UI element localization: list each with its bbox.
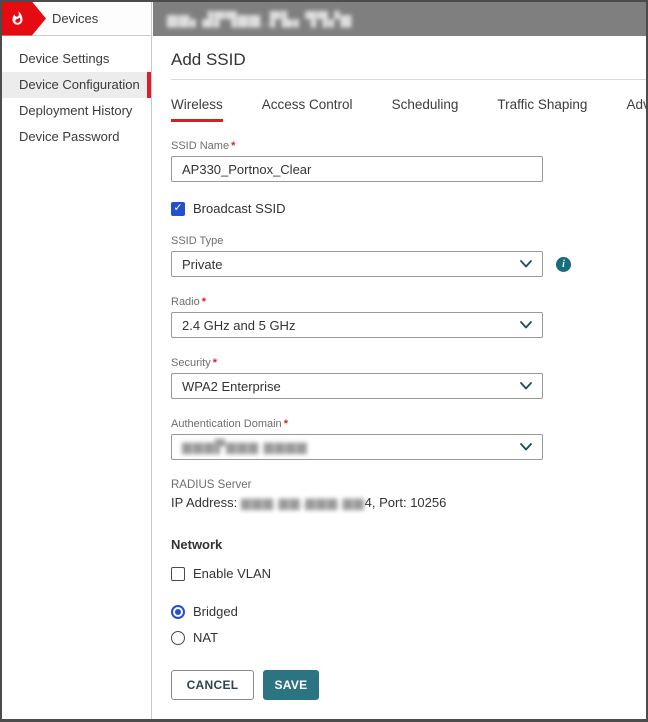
checkbox-checked-icon[interactable] — [171, 202, 185, 216]
ssid-type-field: SSID Type Private — [171, 235, 646, 277]
security-label: Security* — [171, 357, 646, 369]
sidebar-item-device-settings[interactable]: Device Settings — [2, 46, 151, 72]
title-divider — [171, 79, 646, 80]
topbar: ▆▆▖▟▛▜▆▆_▛▙▖▜▜▞▆ — [153, 2, 646, 36]
network-heading: Network — [171, 537, 646, 552]
sidebar-item-device-configuration[interactable]: Device Configuration — [2, 72, 151, 98]
sidebar-nav: Device Settings Device Configuration Dep… — [2, 36, 151, 150]
tab-access-control[interactable]: Access Control — [262, 97, 353, 122]
sidebar-item-deployment-history[interactable]: Deployment History — [2, 98, 151, 124]
network-section: Network Enable VLAN Bridged NAT — [171, 537, 646, 645]
security-field: Security* WPA2 Enterprise — [171, 357, 646, 399]
app-window: Devices Device Settings Device Configura… — [0, 0, 648, 722]
required-asterisk: * — [202, 296, 206, 308]
security-select[interactable]: WPA2 Enterprise — [171, 373, 543, 399]
radio-selected-icon[interactable] — [171, 605, 185, 619]
required-asterisk: * — [213, 357, 217, 369]
action-buttons: CANCEL SAVE — [171, 670, 646, 700]
sidebar-title: Devices — [52, 11, 98, 26]
auth-domain-value-redacted: ▆▆▆▛▆▆▆ ▆▆▆▆ — [182, 439, 308, 455]
auth-domain-label: Authentication Domain* — [171, 418, 646, 430]
radio-value: 2.4 GHz and 5 GHz — [182, 318, 295, 333]
tab-bar: Wireless Access Control Scheduling Traff… — [171, 97, 646, 122]
chevron-down-icon — [520, 260, 532, 268]
device-name-redacted: ▆▆▖▟▛▜▆▆_▛▙▖▜▜▞▆ — [167, 11, 352, 28]
nat-radio-row[interactable]: NAT — [171, 630, 646, 645]
radio-label: Radio* — [171, 296, 646, 308]
tab-traffic-shaping[interactable]: Traffic Shaping — [497, 97, 587, 122]
ip-address-redacted: ▆▆▆.▆▆.▆▆▆.▆▆ — [241, 495, 365, 510]
radio-unselected-icon[interactable] — [171, 631, 185, 645]
chevron-down-icon — [520, 443, 532, 451]
checkbox-unchecked-icon[interactable] — [171, 567, 185, 581]
sidebar: Devices Device Settings Device Configura… — [2, 2, 152, 719]
bridged-radio-row[interactable]: Bridged — [171, 604, 646, 619]
info-icon[interactable] — [556, 257, 571, 272]
ssid-name-field: SSID Name* — [171, 140, 646, 182]
bridged-label: Bridged — [193, 604, 238, 619]
auth-domain-field: Authentication Domain* ▆▆▆▛▆▆▆ ▆▆▆▆ — [171, 418, 646, 460]
tab-wireless[interactable]: Wireless — [171, 97, 223, 122]
ssid-type-value: Private — [182, 257, 222, 272]
brand-logo-flag — [2, 2, 46, 36]
flame-icon — [10, 10, 25, 27]
sidebar-header: Devices — [2, 2, 151, 36]
auth-domain-select[interactable]: ▆▆▆▛▆▆▆ ▆▆▆▆ — [171, 434, 543, 460]
radio-select[interactable]: 2.4 GHz and 5 GHz — [171, 312, 543, 338]
ssid-name-label: SSID Name* — [171, 140, 646, 152]
chevron-down-icon — [520, 382, 532, 390]
enable-vlan-checkbox-row[interactable]: Enable VLAN — [171, 566, 646, 581]
chevron-down-icon — [520, 321, 532, 329]
broadcast-ssid-checkbox-row[interactable]: Broadcast SSID — [171, 201, 646, 216]
sidebar-item-device-password[interactable]: Device Password — [2, 124, 151, 150]
cancel-button[interactable]: CANCEL — [171, 670, 254, 700]
tab-advanced[interactable]: Advanced — [626, 97, 648, 122]
save-button[interactable]: SAVE — [263, 670, 319, 700]
required-asterisk: * — [231, 140, 235, 152]
required-asterisk: * — [284, 418, 288, 430]
nat-label: NAT — [193, 630, 218, 645]
radius-server-label: RADIUS Server — [171, 479, 646, 491]
security-value: WPA2 Enterprise — [182, 379, 281, 394]
enable-vlan-label: Enable VLAN — [193, 566, 271, 581]
radius-server-block: RADIUS Server IP Address: ▆▆▆.▆▆.▆▆▆.▆▆4… — [171, 479, 646, 511]
ssid-name-input[interactable] — [171, 156, 543, 182]
main-content: Add SSID Wireless Access Control Schedul… — [153, 36, 646, 719]
page-title: Add SSID — [171, 50, 646, 79]
ssid-type-select[interactable]: Private — [171, 251, 543, 277]
ssid-type-label: SSID Type — [171, 235, 646, 247]
broadcast-ssid-label: Broadcast SSID — [193, 201, 286, 216]
radius-server-value: IP Address: ▆▆▆.▆▆.▆▆▆.▆▆4, Port: 10256 — [171, 495, 646, 511]
radio-field: Radio* 2.4 GHz and 5 GHz — [171, 296, 646, 338]
tab-scheduling[interactable]: Scheduling — [392, 97, 459, 122]
